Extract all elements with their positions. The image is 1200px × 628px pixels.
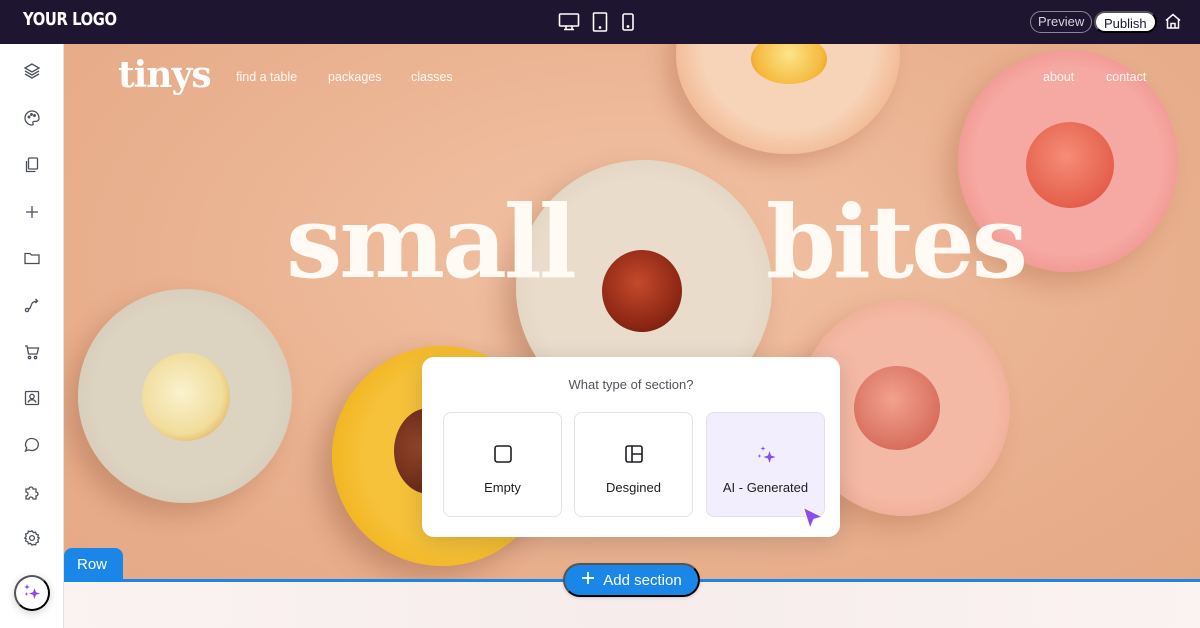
option-label: AI - Generated bbox=[722, 480, 809, 495]
publish-button[interactable]: Publish bbox=[1094, 11, 1157, 33]
cursor-pointer-icon bbox=[800, 505, 826, 536]
pages-icon[interactable] bbox=[22, 155, 42, 175]
device-switcher bbox=[558, 11, 634, 38]
puzzle-icon[interactable] bbox=[22, 482, 42, 502]
home-icon[interactable] bbox=[1164, 12, 1182, 35]
route-icon[interactable] bbox=[22, 295, 42, 315]
ai-assistant-button[interactable] bbox=[14, 575, 50, 611]
nav-contact[interactable]: contact bbox=[1106, 70, 1146, 84]
nav-about[interactable]: about bbox=[1043, 70, 1074, 84]
tablet-icon[interactable] bbox=[592, 11, 608, 38]
layout-icon bbox=[623, 443, 645, 465]
option-designed[interactable]: Desgined bbox=[574, 412, 693, 517]
site-logo[interactable]: tinys bbox=[118, 54, 212, 96]
row-label-tag[interactable]: Row bbox=[64, 548, 123, 581]
nav-classes[interactable]: classes bbox=[411, 70, 453, 84]
sparkles-icon bbox=[755, 443, 777, 465]
contact-icon[interactable] bbox=[22, 388, 42, 408]
cream-plate-left bbox=[78, 289, 292, 503]
chat-icon[interactable] bbox=[22, 435, 42, 455]
preview-button[interactable]: Preview bbox=[1030, 11, 1093, 33]
section-type-dialog: What type of section? Empty Desgined AI … bbox=[422, 357, 840, 537]
top-bar: YOUR LOGO Preview Publish bbox=[0, 0, 1200, 44]
peach-plate bbox=[676, 44, 900, 154]
dialog-title: What type of section? bbox=[568, 377, 694, 392]
cart-icon[interactable] bbox=[22, 342, 42, 362]
gear-icon[interactable] bbox=[22, 528, 42, 548]
option-ai-generated[interactable]: AI - Generated bbox=[706, 412, 825, 517]
desktop-icon[interactable] bbox=[558, 11, 580, 38]
folder-icon[interactable] bbox=[22, 248, 42, 268]
layers-icon[interactable] bbox=[22, 61, 42, 81]
brand-logo: YOUR LOGO bbox=[23, 9, 117, 30]
sparkles-icon bbox=[22, 582, 42, 605]
option-label: Desgined bbox=[606, 480, 661, 495]
plus-icon[interactable] bbox=[22, 202, 42, 222]
add-section-label: Add section bbox=[603, 571, 682, 589]
palette-icon[interactable] bbox=[22, 108, 42, 128]
option-empty[interactable]: Empty bbox=[443, 412, 562, 517]
hero-text-left: small bbox=[286, 183, 577, 301]
left-sidebar bbox=[0, 44, 64, 628]
hero-text-right: bites bbox=[766, 183, 1028, 301]
nav-packages[interactable]: packages bbox=[328, 70, 382, 84]
plus-icon bbox=[581, 571, 595, 589]
option-label: Empty bbox=[484, 480, 521, 495]
mobile-icon[interactable] bbox=[622, 11, 634, 38]
add-section-button[interactable]: Add section bbox=[563, 563, 700, 597]
nav-find-a-table[interactable]: find a table bbox=[236, 70, 297, 84]
square-icon bbox=[492, 443, 514, 465]
